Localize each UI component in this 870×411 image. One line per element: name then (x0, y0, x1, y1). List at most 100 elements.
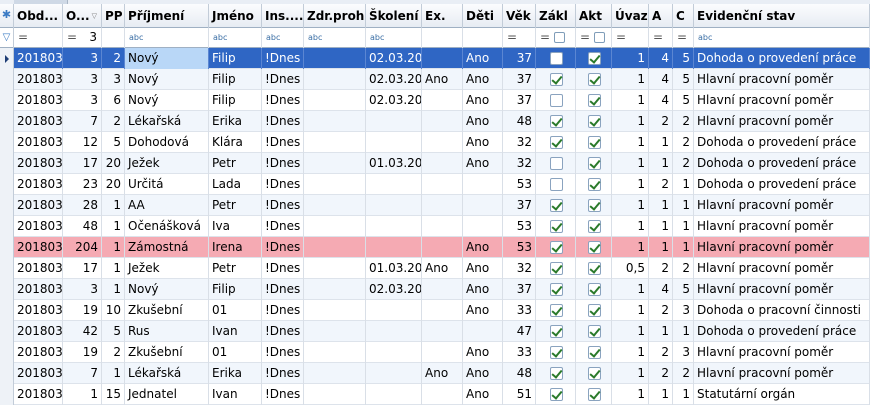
filter-cell-zdr[interactable]: abc (304, 28, 366, 48)
zakl-checkbox[interactable] (550, 73, 563, 86)
cell-prijmeni[interactable]: Nový (125, 279, 209, 300)
cell-o[interactable]: 3 (63, 279, 102, 300)
cell-pp[interactable]: 5 (102, 321, 125, 342)
cell-obd[interactable]: 201803 (14, 300, 63, 321)
zakl-checkbox[interactable] (550, 178, 563, 191)
cell-ins[interactable]: !Dnes (262, 258, 304, 279)
zakl-checkbox[interactable] (550, 325, 563, 338)
row-indicator[interactable] (0, 48, 14, 69)
cell-ex[interactable] (422, 132, 463, 153)
row-indicator[interactable] (0, 90, 14, 111)
row-indicator[interactable] (0, 174, 14, 195)
cell-deti[interactable] (463, 174, 503, 195)
cell-vek[interactable]: 33 (503, 300, 536, 321)
cell-skoleni[interactable] (366, 384, 422, 405)
akt-checkbox[interactable] (588, 346, 601, 359)
cell-o[interactable]: 12 (63, 132, 102, 153)
cell-ins[interactable]: !Dnes (262, 48, 304, 69)
akt-checkbox[interactable] (588, 388, 601, 401)
row-indicator[interactable] (0, 384, 14, 405)
table-row[interactable]: 201803 12 5 Dohodová Klára !Dnes Ano 32 1 1 2 Dohod… (0, 132, 870, 153)
filter-cell-jmeno[interactable]: abc (209, 28, 262, 48)
table-row[interactable]: 201803 3 2 Nový Filip !Dnes 02.03.20 Ano 37 1 4 5 Do… (0, 48, 870, 69)
cell-prijmeni[interactable]: Dohodová (125, 132, 209, 153)
cell-ins[interactable]: !Dnes (262, 90, 304, 111)
cell-zdr[interactable] (304, 279, 366, 300)
zakl-checkbox[interactable] (550, 199, 563, 212)
cell-ex[interactable] (422, 300, 463, 321)
akt-checkbox[interactable] (588, 220, 601, 233)
row-indicator[interactable] (0, 237, 14, 258)
cell-pp[interactable]: 1 (102, 195, 125, 216)
cell-uvaz[interactable]: 1 (612, 300, 649, 321)
table-row[interactable]: 201803 17 20 Ježek Petr !Dnes 01.03.20 Ano 32 1 1 2… (0, 153, 870, 174)
cell-pp[interactable]: 3 (102, 69, 125, 90)
cell-vek[interactable]: 37 (503, 48, 536, 69)
cell-ins[interactable]: !Dnes (262, 69, 304, 90)
cell-uvaz[interactable]: 1 (612, 216, 649, 237)
cell-a[interactable]: 1 (649, 321, 673, 342)
cell-deti[interactable]: Ano (463, 153, 503, 174)
cell-jmeno[interactable]: Petr (209, 195, 262, 216)
filter-cell-ex[interactable] (422, 28, 463, 48)
cell-pp[interactable]: 1 (102, 363, 125, 384)
table-row[interactable]: 201803 3 3 Nový Filip !Dnes 02.03.20 Ano Ano 37 1 4… (0, 69, 870, 90)
cell-c[interactable]: 2 (673, 258, 694, 279)
cell-vek[interactable]: 48 (503, 111, 536, 132)
filter-cell-a[interactable]: = (649, 28, 673, 48)
cell-skoleni[interactable]: 01.03.20 (366, 153, 422, 174)
cell-o[interactable]: 48 (63, 216, 102, 237)
table-row[interactable]: 201803 23 20 Určitá Lada !Dnes 53 1 2 1 Dohoda o p… (0, 174, 870, 195)
cell-zdr[interactable] (304, 132, 366, 153)
cell-deti[interactable] (463, 195, 503, 216)
cell-zdr[interactable] (304, 69, 366, 90)
filter-cell-vek[interactable]: = (503, 28, 536, 48)
column-header-jmeno[interactable]: Jméno (209, 4, 262, 28)
cell-ex[interactable] (422, 321, 463, 342)
cell-a[interactable]: 1 (649, 216, 673, 237)
cell-prijmeni[interactable]: Zkušební (125, 342, 209, 363)
cell-uvaz[interactable]: 1 (612, 90, 649, 111)
cell-zdr[interactable] (304, 90, 366, 111)
cell-zdr[interactable] (304, 321, 366, 342)
cell-skoleni[interactable] (366, 363, 422, 384)
cell-deti[interactable]: Ano (463, 342, 503, 363)
cell-deti[interactable]: Ano (463, 237, 503, 258)
filter-checkbox[interactable] (594, 32, 605, 43)
akt-checkbox[interactable] (588, 325, 601, 338)
akt-checkbox[interactable] (588, 367, 601, 380)
cell-obd[interactable]: 201803 (14, 216, 63, 237)
cell-jmeno[interactable]: Irena (209, 237, 262, 258)
cell-prijmeni[interactable]: Zámostná (125, 237, 209, 258)
cell-stav[interactable]: Statutární orgán (694, 384, 870, 405)
cell-o[interactable]: 3 (63, 69, 102, 90)
cell-pp[interactable]: 1 (102, 258, 125, 279)
cell-skoleni[interactable]: 02.03.20 (366, 90, 422, 111)
cell-ins[interactable]: !Dnes (262, 279, 304, 300)
cell-prijmeni[interactable]: Nový (125, 90, 209, 111)
cell-prijmeni[interactable]: Ježek (125, 258, 209, 279)
cell-c[interactable]: 1 (673, 237, 694, 258)
cell-ins[interactable]: !Dnes (262, 384, 304, 405)
cell-obd[interactable]: 201803 (14, 90, 63, 111)
filter-cell-akt[interactable]: = (576, 28, 612, 48)
cell-c[interactable]: 3 (673, 300, 694, 321)
cell-jmeno[interactable]: Filip (209, 90, 262, 111)
cell-a[interactable]: 4 (649, 90, 673, 111)
cell-c[interactable]: 2 (673, 132, 694, 153)
cell-c[interactable]: 2 (673, 363, 694, 384)
cell-vek[interactable]: 51 (503, 384, 536, 405)
cell-c[interactable]: 2 (673, 153, 694, 174)
cell-obd[interactable]: 201803 (14, 195, 63, 216)
column-chooser-icon[interactable]: ✱ (0, 4, 14, 28)
akt-checkbox[interactable] (588, 52, 601, 65)
filter-cell-ins[interactable]: abc (262, 28, 304, 48)
column-header-zakl[interactable]: Zákl (536, 4, 576, 28)
cell-pp[interactable]: 2 (102, 342, 125, 363)
cell-deti[interactable]: Ano (463, 363, 503, 384)
row-indicator[interactable] (0, 195, 14, 216)
column-header-deti[interactable]: Děti (463, 4, 503, 28)
filter-operator[interactable]: = (616, 28, 626, 47)
cell-uvaz[interactable]: 1 (612, 111, 649, 132)
filter-operator[interactable]: = (507, 28, 517, 47)
